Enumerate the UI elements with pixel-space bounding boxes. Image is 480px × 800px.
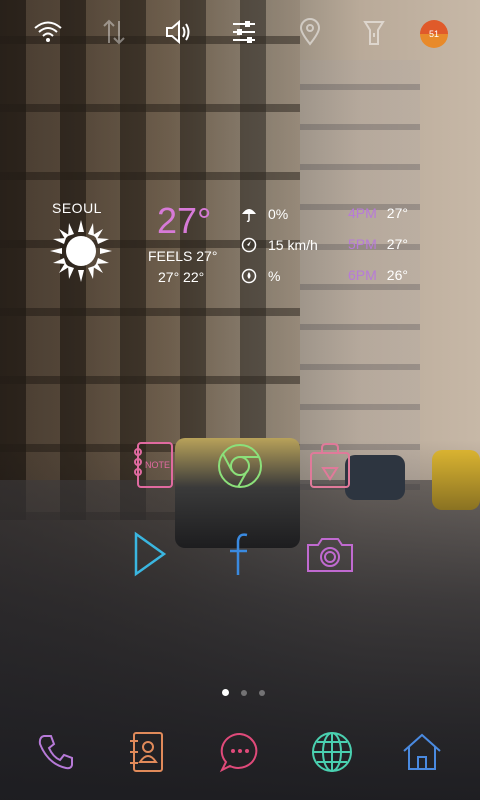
- page-indicator: [222, 689, 265, 696]
- note-app-label: NOTE: [145, 460, 170, 470]
- forecast-row: 4PM 27°: [348, 205, 408, 221]
- sun-icon: [50, 220, 112, 287]
- precipitation-value: 0%: [268, 206, 289, 222]
- contacts-icon[interactable]: [120, 726, 172, 778]
- forecast-temp: 27°: [386, 205, 408, 221]
- page-dot-active[interactable]: [222, 689, 229, 696]
- forecast-row: 5PM 27°: [348, 236, 408, 252]
- dock: [0, 718, 480, 800]
- humidity-row: %: [240, 267, 280, 285]
- data-arrows-icon[interactable]: [96, 14, 132, 50]
- home-icon[interactable]: [396, 726, 448, 778]
- high-low-temperature: 27° 22°: [158, 269, 205, 285]
- wind-row: 15 km/h: [240, 236, 318, 254]
- wifi-icon[interactable]: [30, 14, 66, 50]
- weather-city: SEOUL: [52, 200, 102, 216]
- status-bar: 51: [0, 0, 480, 66]
- phone-icon[interactable]: [30, 726, 82, 778]
- chrome-app-icon[interactable]: [212, 438, 268, 494]
- sound-icon[interactable]: [160, 14, 196, 50]
- forecast-time: 4PM: [348, 205, 377, 221]
- store-app-icon[interactable]: [302, 438, 358, 494]
- precipitation-row: 0%: [240, 205, 288, 223]
- page-dot[interactable]: [241, 689, 247, 696]
- forecast-temp: 26°: [386, 267, 408, 283]
- current-temperature: 27°: [157, 200, 212, 241]
- settings-sliders-icon[interactable]: [226, 14, 262, 50]
- feels-like: FEELS 27°: [148, 248, 218, 264]
- humidity-icon: [240, 267, 258, 285]
- wind-compass-icon: [240, 236, 258, 254]
- facebook-app-icon[interactable]: [212, 526, 268, 582]
- forecast-time: 5PM: [348, 236, 377, 252]
- forecast-row: 6PM 26°: [348, 267, 408, 283]
- forecast-temp: 27°: [386, 236, 408, 252]
- battery-indicator[interactable]: 51: [420, 20, 448, 48]
- umbrella-icon: [240, 205, 258, 223]
- wind-value: 15 km/h: [268, 237, 318, 253]
- play-app-icon[interactable]: [120, 526, 176, 582]
- camera-app-icon[interactable]: [302, 526, 358, 582]
- battery-level: 51: [428, 29, 439, 39]
- weather-widget[interactable]: SEOUL 27° FEELS 27° 27° 22° 0% 15 km/h %…: [40, 195, 460, 295]
- wallpaper-car: [432, 450, 480, 510]
- browser-icon[interactable]: [306, 726, 358, 778]
- location-icon[interactable]: [292, 14, 328, 50]
- page-dot[interactable]: [259, 689, 265, 696]
- flashlight-icon[interactable]: [356, 14, 392, 50]
- forecast-time: 6PM: [348, 267, 377, 283]
- note-app-icon[interactable]: NOTE: [124, 438, 180, 494]
- messages-icon[interactable]: [214, 726, 266, 778]
- humidity-value: %: [268, 268, 281, 284]
